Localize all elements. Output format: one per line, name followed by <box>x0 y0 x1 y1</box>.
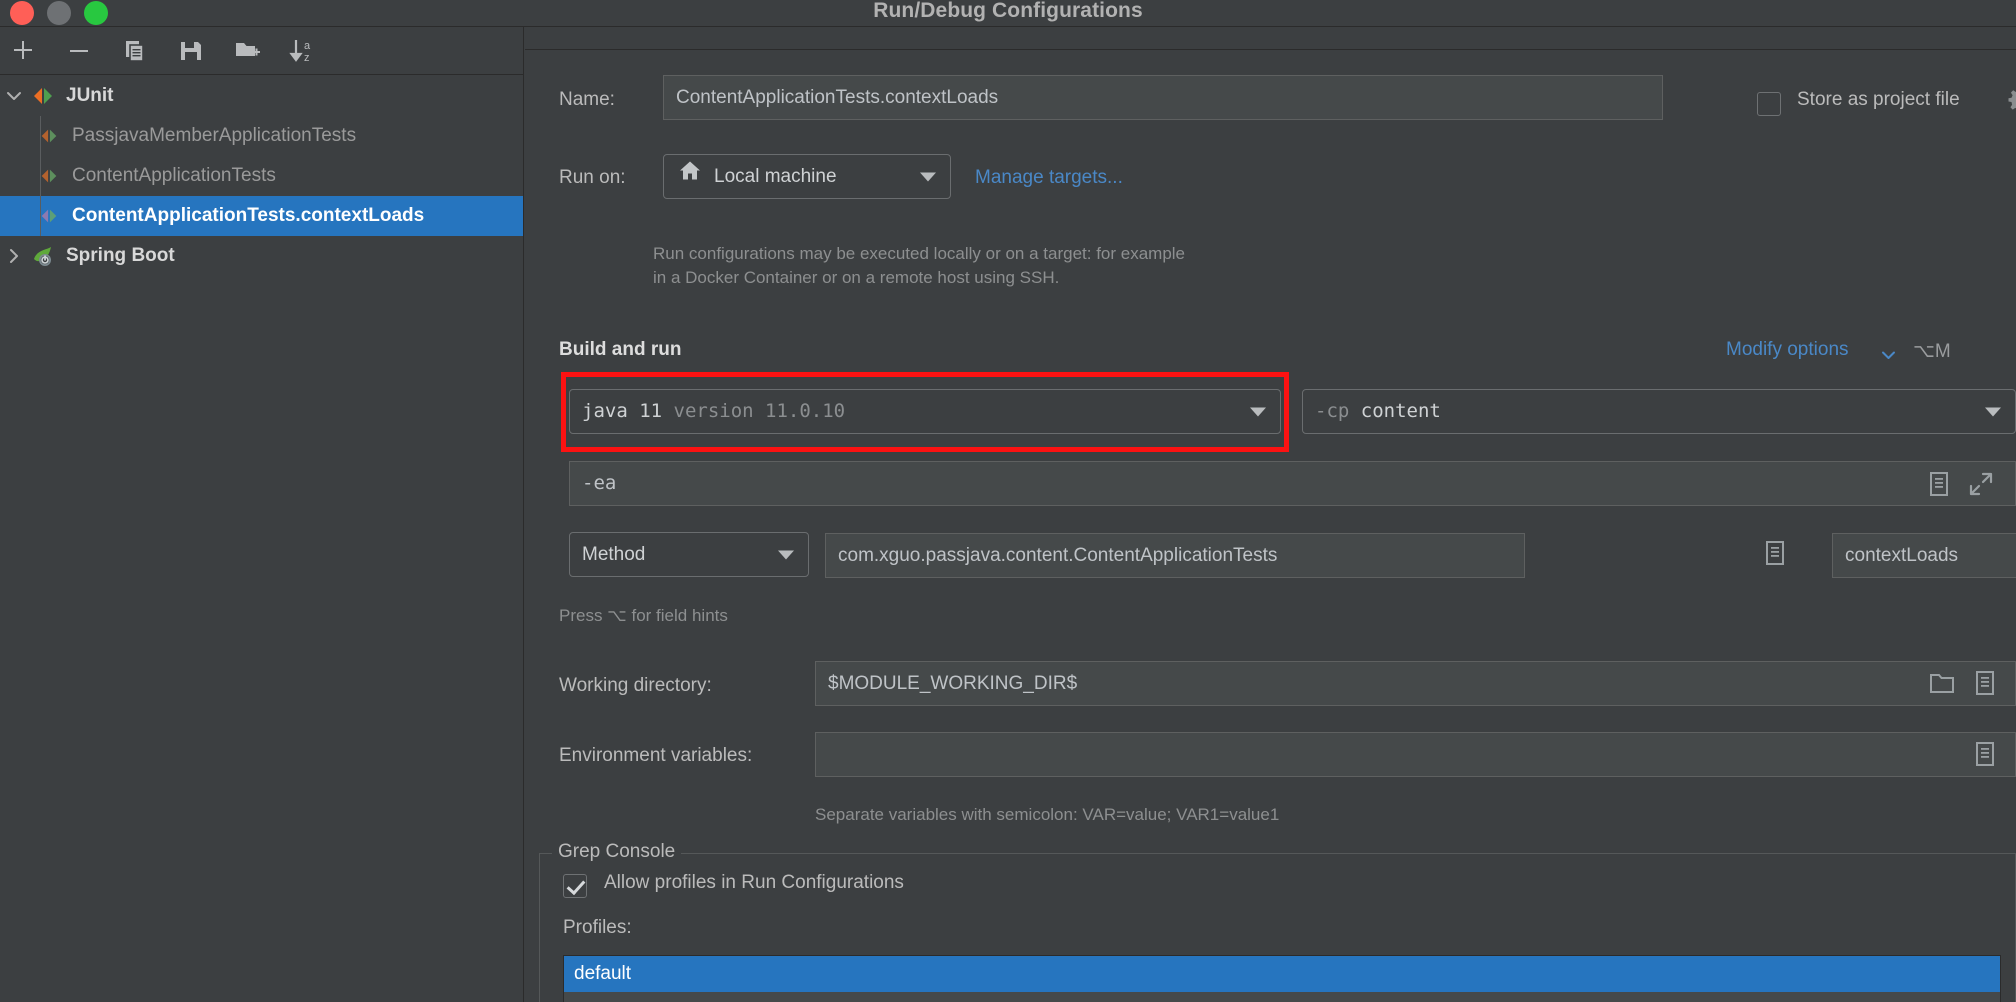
tree-item-spring-boot[interactable]: Spring Boot <box>0 236 523 276</box>
profiles-list[interactable]: default <box>563 955 2001 1002</box>
run-on-hint-line-1: Run configurations may be executed local… <box>653 242 1185 266</box>
vm-options-input[interactable]: -ea <box>569 461 2016 506</box>
tree-item-content-application-tests[interactable]: ContentApplicationTests <box>0 156 523 196</box>
tree-item-label: Spring Boot <box>66 245 175 267</box>
junit-test-icon <box>34 165 64 187</box>
run-on-hint-line-2: in a Docker Container or on a remote hos… <box>653 266 1059 290</box>
remove-configuration-button[interactable] <box>64 36 94 66</box>
test-kind-combo[interactable]: Method <box>569 532 809 577</box>
move-into-folder-button[interactable] <box>232 36 262 66</box>
environment-variables-label: Environment variables: <box>559 745 752 767</box>
chevron-down-icon[interactable] <box>1880 347 1897 369</box>
allow-profiles-label: Allow profiles in Run Configurations <box>604 872 904 894</box>
classpath-module-combo[interactable]: -cp content <box>1302 389 2016 434</box>
chevron-right-icon[interactable] <box>0 247 28 265</box>
chevron-down-icon[interactable] <box>0 87 28 105</box>
tree-indent-guide <box>40 196 41 236</box>
tree-indent-guide <box>40 156 41 196</box>
allow-profiles-checkbox[interactable] <box>563 874 587 898</box>
tree-item-content-application-tests-context-loads[interactable]: ContentApplicationTests.contextLoads <box>0 196 523 236</box>
name-label: Name: <box>559 89 615 111</box>
folder-icon[interactable] <box>1929 671 1955 695</box>
tree-item-junit[interactable]: JUnit <box>0 76 523 116</box>
tree-item-label: ContentApplicationTests.contextLoads <box>72 205 424 227</box>
test-kind-value: Method <box>582 544 645 565</box>
svg-text:a: a <box>304 40 311 52</box>
run-on-label: Run on: <box>559 167 626 189</box>
save-configuration-button[interactable] <box>176 36 206 66</box>
tree-indent-guide <box>40 116 41 156</box>
jre-combo[interactable]: java 11 version 11.0.10 <box>569 389 1281 434</box>
store-as-project-file-checkbox[interactable] <box>1757 92 1781 116</box>
working-directory-input[interactable]: $MODULE_WORKING_DIR$ <box>815 661 2016 706</box>
configurations-toolbar: a z <box>0 27 523 75</box>
configurations-panel: a z JUnit <box>0 27 524 1002</box>
window-title: Run/Debug Configurations <box>0 0 2016 24</box>
title-bar: Run/Debug Configurations <box>0 0 2016 27</box>
run-debug-configurations-dialog: Run/Debug Configurations <box>0 0 2016 1002</box>
tree-item-label: ContentApplicationTests <box>72 165 276 187</box>
checkbox-box[interactable] <box>563 874 587 898</box>
working-directory-label: Working directory: <box>559 675 712 697</box>
chevron-down-icon[interactable] <box>1985 407 2001 416</box>
store-as-project-file-label: Store as project file <box>1797 89 1960 111</box>
macro-icon[interactable] <box>1927 471 1951 497</box>
profiles-label: Profiles: <box>563 917 632 939</box>
field-hints-note: Press ⌥ for field hints <box>559 604 728 628</box>
configurations-tree: JUnit PassjavaMemberApplicationTests <box>0 76 523 276</box>
spring-boot-icon <box>28 243 58 269</box>
svg-text:z: z <box>304 52 310 64</box>
copy-configuration-button[interactable] <box>120 36 150 66</box>
chevron-down-icon[interactable] <box>1250 407 1266 416</box>
tree-item-label: JUnit <box>66 85 114 107</box>
jre-version: version 11.0.10 <box>674 400 846 422</box>
macro-icon[interactable] <box>1763 540 1787 566</box>
jre-name: java 11 <box>582 400 662 422</box>
name-input[interactable]: ContentApplicationTests.contextLoads <box>663 75 1663 120</box>
sort-configurations-button[interactable]: a z <box>288 36 318 66</box>
list-item[interactable]: default <box>564 956 2000 992</box>
home-icon <box>678 155 702 198</box>
checkbox-box[interactable] <box>1757 92 1781 116</box>
classpath-prefix: -cp <box>1315 400 1349 422</box>
grep-console-legend: Grep Console <box>552 841 681 863</box>
modify-options-link[interactable]: Modify options <box>1726 339 1849 361</box>
expand-icon[interactable] <box>1968 471 1994 497</box>
editor-panel-header <box>525 27 2016 50</box>
manage-targets-link[interactable]: Manage targets... <box>975 167 1123 189</box>
run-on-target-value: Local machine <box>714 166 837 187</box>
run-on-target-combo[interactable]: Local machine <box>663 154 951 199</box>
macro-icon[interactable] <box>1973 670 1997 696</box>
configuration-editor-panel: Name: ContentApplicationTests.contextLoa… <box>525 27 2016 1002</box>
junit-method-icon <box>34 205 64 227</box>
environment-variables-input[interactable] <box>815 732 2016 777</box>
test-method-input[interactable]: contextLoads <box>1832 533 2016 578</box>
build-and-run-title: Build and run <box>559 339 681 361</box>
add-configuration-button[interactable] <box>8 36 38 66</box>
junit-icon <box>28 84 58 108</box>
macro-icon[interactable] <box>1973 741 1997 767</box>
gear-icon[interactable] <box>2007 87 2016 113</box>
chevron-down-icon[interactable] <box>778 550 794 559</box>
tree-item-passjava-member-application-tests[interactable]: PassjavaMemberApplicationTests <box>0 116 523 156</box>
modify-options-shortcut: ⌥M <box>1913 340 1951 364</box>
tree-item-label: PassjavaMemberApplicationTests <box>72 125 356 147</box>
chevron-down-icon[interactable] <box>920 172 936 181</box>
junit-test-icon <box>34 125 64 147</box>
classpath-module-value: content <box>1361 400 1441 422</box>
test-class-input[interactable]: com.xguo.passjava.content.ContentApplica… <box>825 533 1525 578</box>
environment-variables-hint: Separate variables with semicolon: VAR=v… <box>815 803 1279 827</box>
